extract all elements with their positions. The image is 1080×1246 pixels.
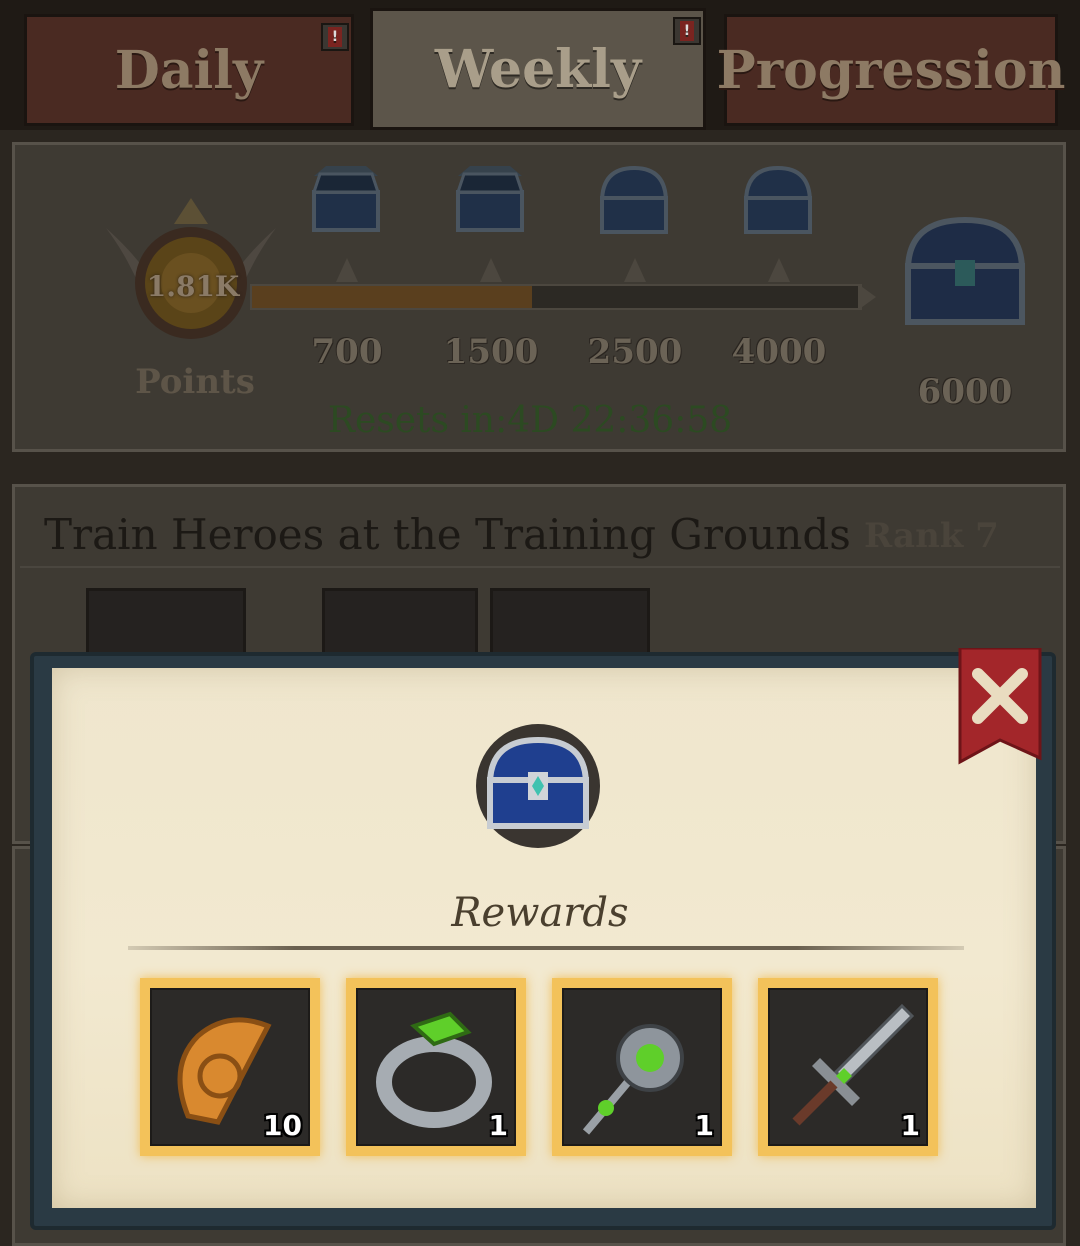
final-milestone-value: 6000 — [917, 372, 1013, 412]
reward-count: 10 — [263, 1109, 302, 1142]
task-rank: Rank 7 — [864, 516, 999, 556]
milestone-tick — [624, 258, 646, 282]
close-button[interactable] — [956, 646, 1044, 766]
points-label: Points — [135, 362, 255, 402]
milestone-tick — [768, 258, 790, 282]
alert-badge-icon: ! — [673, 17, 701, 45]
tab-daily-label: Daily — [114, 39, 264, 101]
task-title: Train Heroes at the Training Grounds — [44, 510, 851, 559]
reward-count: 1 — [900, 1109, 920, 1142]
reward-count: 1 — [694, 1109, 714, 1142]
tab-weekly[interactable]: Weekly ! — [370, 8, 706, 130]
reward-slot[interactable]: 1 — [346, 978, 526, 1156]
points-value: 1.81K — [146, 270, 240, 303]
reward-slot-frame: 1 — [356, 988, 516, 1146]
reward-slot[interactable]: 1 — [758, 978, 938, 1156]
item-reward-icon — [490, 588, 650, 658]
rewards-divider — [128, 946, 964, 950]
milestone-chest-4-icon[interactable] — [738, 162, 818, 238]
progress-bar — [250, 284, 862, 310]
points-reward-icon — [322, 588, 478, 658]
alert-badge-icon: ! — [321, 23, 349, 51]
milestone-chest-2-icon[interactable] — [450, 162, 530, 238]
reward-slot[interactable]: 10 — [140, 978, 320, 1156]
final-chest-icon[interactable] — [900, 210, 1030, 330]
progress-fill — [252, 286, 532, 308]
tab-progression[interactable]: Progression — [717, 14, 1065, 126]
milestone-chest-3-icon[interactable] — [594, 162, 674, 238]
reward-slot-frame: 1 — [562, 988, 722, 1146]
tab-bar: Daily ! Weekly ! Progression — [0, 0, 1080, 130]
milestone-value-3: 2500 — [587, 332, 683, 372]
progress-bar-arrow — [858, 284, 876, 310]
reward-count: 1 — [488, 1109, 508, 1142]
task-divider — [20, 566, 1060, 568]
milestone-tick — [480, 258, 502, 282]
tab-daily[interactable]: Daily ! — [24, 14, 354, 126]
milestone-tick — [336, 258, 358, 282]
reset-timer: Resets in:4D 22:36:58 — [327, 400, 733, 441]
reward-slot[interactable]: 1 — [552, 978, 732, 1156]
tab-weekly-label: Weekly — [434, 38, 642, 100]
milestone-value-4: 4000 — [731, 332, 827, 372]
rewards-title: Rewards — [451, 890, 629, 936]
milestone-chest-1-icon[interactable] — [306, 162, 386, 238]
tab-progression-label: Progression — [716, 39, 1066, 101]
reward-slot-frame: 1 — [768, 988, 928, 1146]
reward-chest-icon — [476, 724, 600, 848]
reward-slot-frame: 10 — [150, 988, 310, 1146]
milestone-value-2: 1500 — [443, 332, 539, 372]
close-icon — [958, 646, 1042, 765]
milestone-value-1: 700 — [311, 332, 383, 372]
